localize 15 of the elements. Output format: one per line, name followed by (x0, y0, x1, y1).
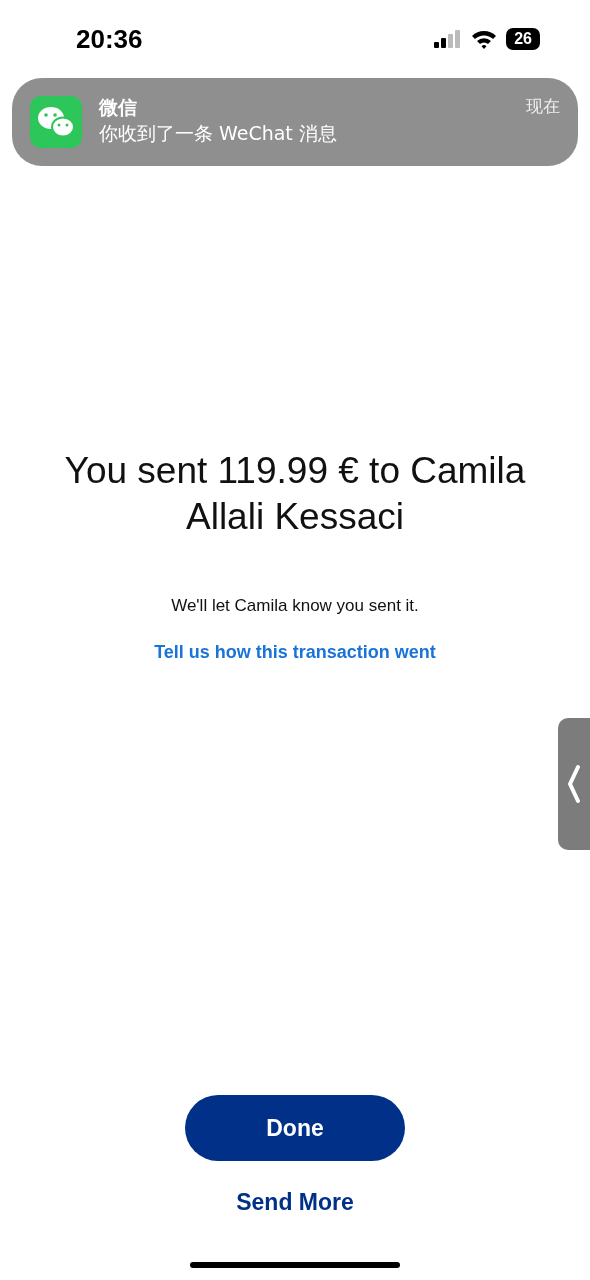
chat-bubbles-icon (30, 96, 82, 148)
side-handle[interactable] (558, 718, 590, 850)
feedback-link[interactable]: Tell us how this transaction went (154, 642, 436, 663)
chevron-left-icon (567, 764, 581, 804)
battery-indicator: 26 (506, 28, 540, 50)
wifi-icon (471, 29, 498, 49)
confirmation-title: You sent 119.99 € to Camila Allali Kessaci (63, 449, 527, 539)
notification-message: 你收到了一条 WeChat 消息 (99, 121, 338, 146)
notification-time: 现在 (526, 95, 560, 118)
notification-app-name: 微信 (99, 95, 138, 120)
send-more-link[interactable]: Send More (236, 1189, 354, 1216)
signal-icon (434, 30, 463, 48)
confirmation-subtitle: We'll let Camila know you sent it. (171, 596, 419, 616)
status-time: 20:36 (76, 23, 143, 55)
done-button[interactable]: Done (185, 1095, 405, 1161)
